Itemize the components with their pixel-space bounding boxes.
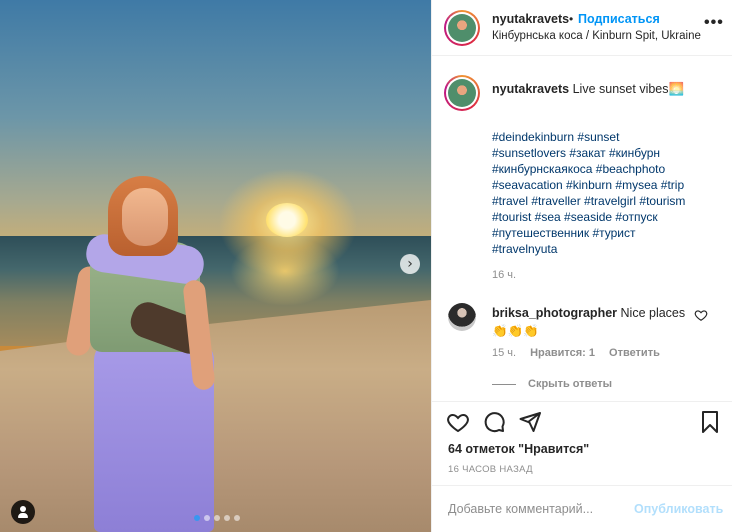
post-photo[interactable]: › [0,0,431,532]
publish-button[interactable]: Опубликовать [634,502,723,516]
hashtag-line[interactable]: #travel #traveller #travelgirl #tourism [492,193,722,209]
comment-input[interactable] [448,498,638,520]
carousel-dot [194,515,200,521]
hashtag-line[interactable]: #кинбурнскаякоса #beachphoto [492,161,722,177]
sun [266,203,308,237]
post-timestamp[interactable]: 16 ЧАСОВ НАЗАД [448,464,533,475]
hashtag-line[interactable]: #travelnyuta [492,241,722,257]
hide-replies-button[interactable]: Скрыть ответы [492,378,612,390]
reply-text: Nice places [620,306,686,320]
post-sidebar: nyutakravets • Подписаться Кінбурнська к… [431,0,732,532]
hashtag-line[interactable]: #seavacation #kinburn #mysea #trip [492,177,722,193]
avatar[interactable] [448,303,476,331]
avatar[interactable] [444,10,480,46]
hashtag-line[interactable]: #sunsetlovers #закат #кинбурн [492,145,722,161]
action-bar [432,401,732,441]
comment-icon[interactable] [482,410,506,434]
tagged-users-icon[interactable] [11,500,35,524]
caption-text: Live sunset vibes🌅 [572,82,685,96]
reply-time[interactable]: 15 ч. [492,347,516,359]
reply-button[interactable]: Ответить [609,347,660,359]
header-username[interactable]: nyutakravets [492,12,569,26]
comments-section[interactable]: nyutakravets Live sunset vibes🌅 #deindek… [432,57,732,401]
hashtag-line[interactable]: #путешественник #турист [492,225,722,241]
heart-icon[interactable] [446,410,470,434]
next-slide-button[interactable]: › [400,254,420,274]
divider [492,383,516,385]
caption-username[interactable]: nyutakravets [492,82,569,96]
carousel-dot [224,515,230,521]
caption: nyutakravets Live sunset vibes🌅 [492,81,722,97]
reply-meta: 15 ч. Нравится: 1 Ответить [492,347,660,359]
avatar[interactable] [444,75,480,111]
carousel-dots [194,515,240,521]
hashtag-line[interactable]: #deindekinburn #sunset [492,129,722,145]
likes-count[interactable]: 64 отметок "Нравится" [448,442,589,456]
carousel-dot [214,515,220,521]
bookmark-icon[interactable] [698,410,722,434]
carousel-dot [204,515,210,521]
post-header: nyutakravets • Подписаться Кінбурнська к… [432,0,732,56]
reply-likes[interactable]: Нравится: 1 [530,347,595,359]
reply-emoji: 👏👏👏 [492,324,539,338]
share-icon[interactable] [518,410,542,434]
hashtag-line[interactable]: #tourist #sea #seaside #отпуск [492,209,722,225]
separator-dot: • [569,12,574,26]
face [122,188,168,246]
more-options-icon[interactable]: ••• [704,14,724,32]
reply-username[interactable]: briksa_photographer [492,306,617,320]
hashtag-list[interactable]: #deindekinburn #sunset #sunsetlovers #за… [492,129,722,257]
follow-button[interactable]: Подписаться [578,12,660,26]
caption-time[interactable]: 16 ч. [492,269,516,281]
add-comment-bar: Опубликовать [432,485,732,532]
person-figure [60,170,240,532]
hide-replies-label[interactable]: Скрыть ответы [528,378,612,390]
heart-icon[interactable] [694,308,708,322]
carousel-dot [234,515,240,521]
reply-comment: briksa_photographer Nice places 👏👏👏 [492,304,692,340]
location-link[interactable]: Кінбурнська коса / Kinburn Spit, Ukraine [492,30,701,42]
